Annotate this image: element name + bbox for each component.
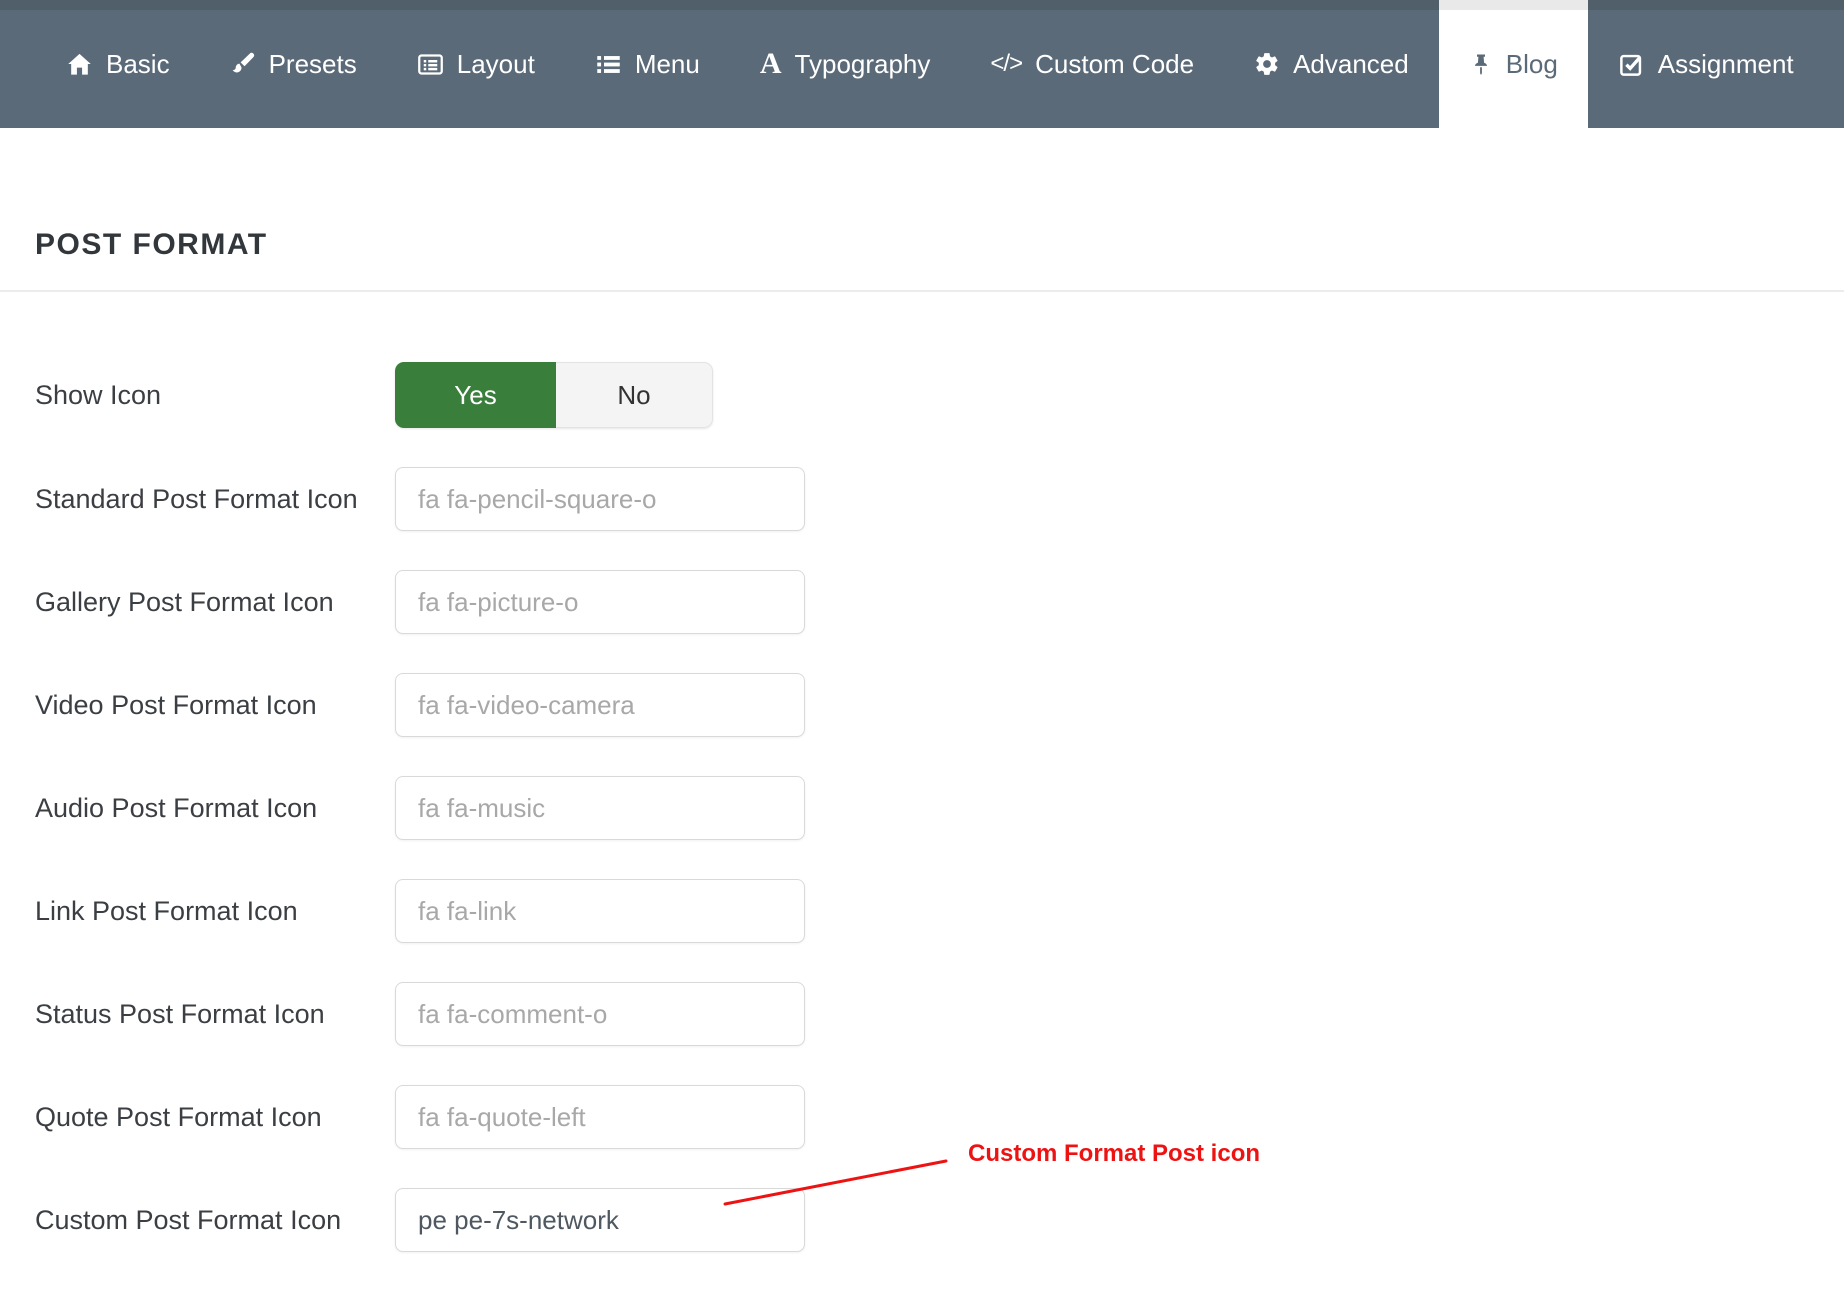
check-square-icon (1618, 51, 1645, 78)
audio-post-format-input[interactable] (395, 776, 805, 840)
page-title: POST FORMAT (0, 128, 1844, 262)
custom-post-format-input[interactable] (395, 1188, 805, 1252)
layout-list-icon (417, 51, 444, 78)
tab-label: Advanced (1293, 49, 1409, 80)
standard-post-format-label: Standard Post Format Icon (35, 484, 395, 515)
gallery-post-format-label: Gallery Post Format Icon (35, 587, 395, 618)
show-icon-yes-button[interactable]: Yes (395, 362, 556, 428)
status-post-format-label: Status Post Format Icon (35, 999, 395, 1030)
link-post-format-label: Link Post Format Icon (35, 896, 395, 927)
pin-icon (1469, 51, 1493, 77)
tab-label: Custom Code (1035, 49, 1194, 80)
section-divider (0, 290, 1844, 292)
video-post-format-label: Video Post Format Icon (35, 690, 395, 721)
tab-label: Presets (269, 49, 357, 80)
tab-presets[interactable]: Presets (200, 0, 387, 128)
tab-assignment[interactable]: Assignment (1588, 0, 1824, 128)
show-icon-toggle: Yes No (395, 362, 713, 428)
gear-icon (1254, 51, 1280, 77)
post-format-form: Show Icon Yes No Standard Post Format Ic… (0, 362, 1844, 1252)
tab-custom-code[interactable]: </> Custom Code (960, 0, 1224, 128)
tab-basic[interactable]: Basic (36, 0, 200, 128)
tab-label: Typography (795, 49, 931, 80)
home-icon (66, 51, 93, 78)
custom-post-format-label: Custom Post Format Icon (35, 1205, 395, 1236)
quote-post-format-input[interactable] (395, 1085, 805, 1149)
tab-blog[interactable]: Blog (1439, 0, 1588, 128)
menu-list-icon (595, 51, 622, 78)
tab-layout[interactable]: Layout (387, 0, 565, 128)
status-post-format-input[interactable] (395, 982, 805, 1046)
gallery-post-format-input[interactable] (395, 570, 805, 634)
tab-label: Layout (457, 49, 535, 80)
link-post-format-input[interactable] (395, 879, 805, 943)
tab-label: Basic (106, 49, 170, 80)
tab-label: Assignment (1658, 49, 1794, 80)
code-icon: </> (990, 52, 1022, 76)
font-icon: A (760, 49, 782, 79)
tab-label: Blog (1506, 49, 1558, 80)
quote-post-format-label: Quote Post Format Icon (35, 1102, 395, 1133)
settings-tab-bar: Basic Presets Layout Menu A Typography <… (0, 0, 1844, 128)
show-icon-no-button[interactable]: No (556, 362, 713, 428)
standard-post-format-input[interactable] (395, 467, 805, 531)
show-icon-label: Show Icon (35, 380, 395, 411)
video-post-format-input[interactable] (395, 673, 805, 737)
audio-post-format-label: Audio Post Format Icon (35, 793, 395, 824)
paintbrush-icon (230, 51, 256, 77)
tab-advanced[interactable]: Advanced (1224, 0, 1439, 128)
tab-typography[interactable]: A Typography (730, 0, 961, 128)
tab-menu[interactable]: Menu (565, 0, 730, 128)
tab-label: Menu (635, 49, 700, 80)
